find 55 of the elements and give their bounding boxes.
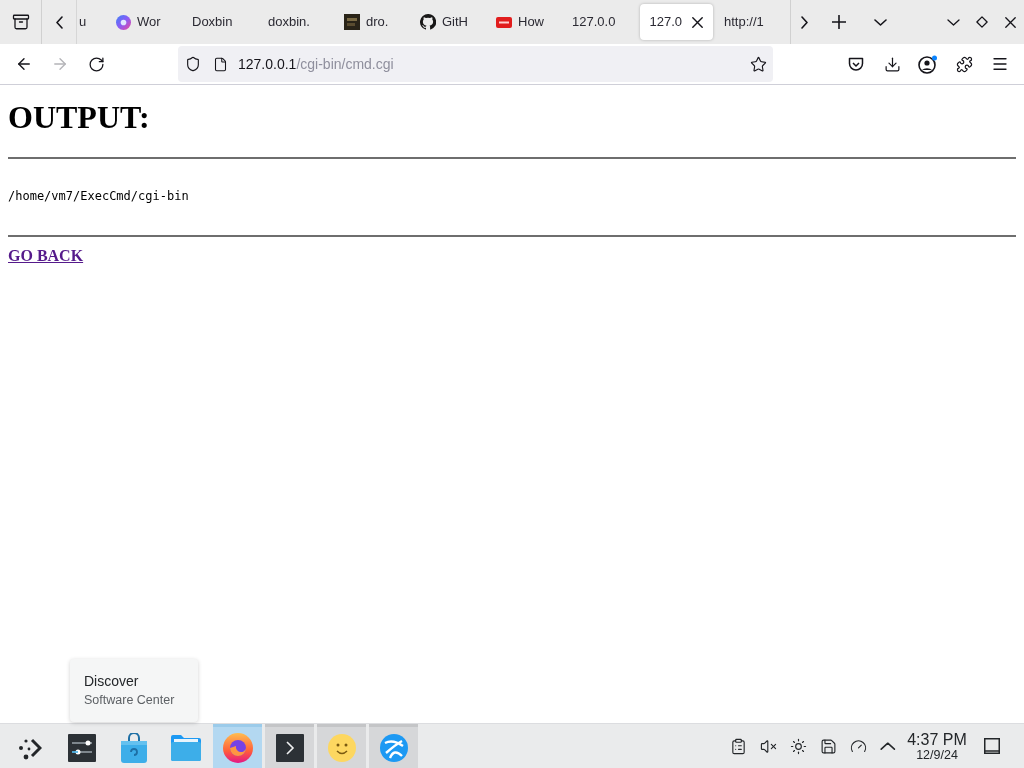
diamond-icon: [975, 16, 988, 28]
sliders-icon: [67, 733, 96, 762]
browser-tab[interactable]: How: [486, 4, 562, 40]
swirl-icon: [116, 14, 131, 30]
brightness-icon: [789, 737, 807, 755]
browser-tab[interactable]: Wor: [106, 4, 182, 40]
show-desktop-icon: [984, 738, 1000, 754]
globe-icon: [379, 733, 408, 762]
account-icon: [918, 54, 938, 74]
close-icon: [1004, 16, 1016, 28]
menu-icon: [991, 55, 1009, 73]
reload-icon: [87, 55, 105, 73]
arrow-right-icon: [51, 55, 69, 73]
browser-tab[interactable]: doxbin.: [258, 4, 334, 40]
browser-tab[interactable]: u: [77, 4, 106, 40]
browser-logo-icon: [222, 732, 253, 763]
shopping-bag-icon: [120, 732, 147, 763]
go-back-link[interactable]: GO BACK: [8, 247, 84, 265]
clock[interactable]: 4:37 PM 12/9/24: [906, 724, 968, 768]
chevron-down-icon: [873, 18, 887, 26]
taskbar-button[interactable]: [265, 724, 314, 768]
smiley-icon: [327, 733, 356, 762]
plus-icon: [832, 15, 846, 29]
close-tab-icon[interactable]: [691, 16, 703, 28]
browser-tab[interactable]: GitH: [410, 4, 486, 40]
muted-speaker-icon: [759, 737, 777, 755]
clipboard-icon: [729, 737, 747, 755]
browser-tab[interactable]: 127.0: [639, 4, 713, 40]
page-heading: OUTPUT:: [8, 99, 150, 136]
thumbnail-icon: [344, 14, 360, 30]
browser-tab[interactable]: dro.: [334, 4, 410, 40]
terminal-icon: [275, 733, 304, 762]
command-output: /home/vm7/ExecCmd/cgi-bin: [8, 189, 189, 204]
url-text: 127.0.0.1/cgi-bin/cmd.cgi: [238, 54, 394, 74]
browser-tab[interactable]: 127.0.0: [562, 4, 638, 40]
download-icon: [883, 55, 901, 73]
gauge-icon: [849, 737, 867, 755]
chevron-up-icon: [880, 741, 896, 751]
browser-tab[interactable]: Doxbin: [182, 4, 258, 40]
tooltip-title: Discover: [84, 672, 140, 690]
bookmark-star-icon[interactable]: [750, 55, 767, 73]
shield-icon[interactable]: [185, 56, 201, 72]
octocat-icon: [420, 14, 436, 30]
chevron-down-icon: [946, 18, 960, 26]
video-badge-icon: [496, 16, 512, 28]
archive-icon: [11, 13, 30, 31]
page-icon[interactable]: [213, 56, 228, 72]
folder-icon: [170, 734, 201, 761]
chevron-right-icon: [801, 15, 808, 29]
chevron-shield-icon: [848, 56, 864, 72]
puzzle-icon: [955, 55, 973, 73]
chevron-left-icon: [55, 15, 63, 29]
browser-tab[interactable]: http://1: [714, 4, 790, 40]
address-field[interactable]: 127.0.0.1/cgi-bin/cmd.cgi: [178, 46, 773, 82]
tooltip-subtitle: Software Center: [84, 692, 176, 709]
